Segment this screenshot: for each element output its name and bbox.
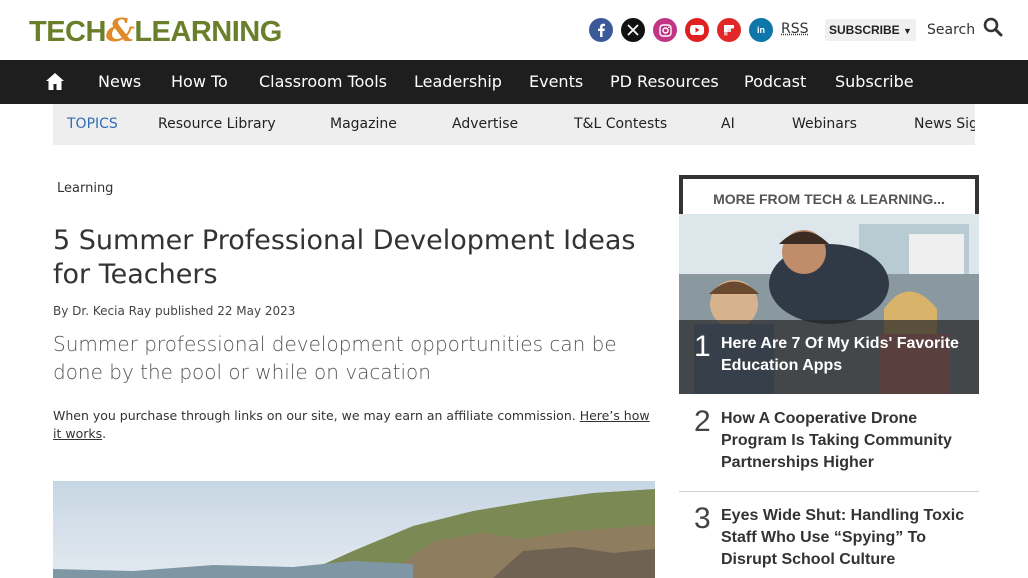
breadcrumb[interactable]: Learning — [57, 181, 113, 196]
topic-magazine[interactable]: Magazine — [330, 104, 397, 145]
nav-item-classroom-tools[interactable]: Classroom Tools — [259, 60, 387, 104]
search-icon — [983, 17, 1003, 44]
flipboard-icon[interactable] — [717, 18, 741, 42]
topic-news-signup[interactable]: News Sig — [914, 104, 975, 145]
article-strapline: Summer professional development opportun… — [53, 332, 617, 384]
nav-item-events[interactable]: Events — [529, 60, 583, 104]
home-icon[interactable] — [45, 72, 65, 92]
sidebar-feature-card[interactable]: 1 Here Are 7 Of My Kids' Favorite Educat… — [679, 214, 979, 394]
affiliate-text: When you purchase through links on our s… — [53, 408, 576, 423]
facebook-icon[interactable] — [589, 18, 613, 42]
page-title: 5 Summer Professional Development Ideas … — [53, 225, 636, 290]
publish-date: 22 May 2023 — [217, 304, 296, 318]
nav-item-pd-resources[interactable]: PD Resources — [610, 60, 719, 104]
site-logo[interactable]: TECH&LEARNING — [29, 11, 282, 49]
nav-item-how-to[interactable]: How To — [171, 60, 228, 104]
sidebar-item-title[interactable]: Eyes Wide Shut: Handling Toxic Staff Who… — [721, 505, 971, 571]
logo-ampersand: & — [105, 11, 135, 49]
site-header: TECH&LEARNING in RSS SUBSCRIBE ▼ Search — [0, 0, 1028, 61]
main-nav: News How To Classroom Tools Leadership E… — [0, 60, 1028, 104]
topic-advertise[interactable]: Advertise — [452, 104, 518, 145]
subscribe-label: SUBSCRIBE — [829, 23, 900, 37]
nav-item-leadership[interactable]: Leadership — [414, 60, 502, 104]
topic-tl-contests[interactable]: T&L Contests — [574, 104, 667, 145]
rank-number: 3 — [694, 502, 711, 535]
x-icon[interactable] — [621, 18, 645, 42]
byline: By Dr. Kecia Ray published 22 May 2023 — [53, 304, 295, 318]
youtube-icon[interactable] — [685, 18, 709, 42]
instagram-icon[interactable] — [653, 18, 677, 42]
search-button[interactable]: Search — [927, 17, 1003, 44]
topic-resource-library[interactable]: Resource Library — [158, 104, 276, 145]
rank-number: 1 — [694, 330, 711, 363]
more-from-title: MORE FROM TECH & LEARNING... — [713, 191, 945, 207]
topics-bar: TOPICS Resource Library Magazine Adverti… — [53, 104, 975, 145]
affiliate-disclaimer: When you purchase through links on our s… — [53, 407, 653, 443]
byline-by: By — [53, 304, 69, 318]
nav-item-subscribe[interactable]: Subscribe — [835, 60, 914, 104]
nav-item-news[interactable]: News — [98, 60, 141, 104]
sidebar-item-title[interactable]: Here Are 7 Of My Kids' Favorite Educatio… — [721, 333, 971, 377]
byline-published: published — [154, 304, 214, 318]
more-from-box: MORE FROM TECH & LEARNING... — [679, 175, 979, 215]
search-label: Search — [927, 22, 976, 38]
sidebar-item-title[interactable]: How A Cooperative Drone Program Is Takin… — [721, 408, 971, 474]
rank-number: 2 — [694, 405, 711, 438]
nav-item-podcast[interactable]: Podcast — [744, 60, 806, 104]
hero-image — [53, 481, 655, 578]
affiliate-end: . — [102, 426, 107, 441]
topics-label: TOPICS — [67, 116, 118, 132]
topic-webinars[interactable]: Webinars — [792, 104, 857, 145]
linkedin-icon[interactable]: in — [749, 18, 773, 42]
subscribe-dropdown[interactable]: SUBSCRIBE ▼ — [825, 19, 916, 41]
topic-ai[interactable]: AI — [721, 104, 735, 145]
sidebar-divider — [679, 491, 979, 492]
logo-text-tech: TECH — [29, 16, 106, 48]
social-links: in — [589, 18, 773, 42]
logo-text-learning: LEARNING — [134, 16, 282, 48]
author-link[interactable]: Dr. Kecia Ray — [72, 304, 151, 318]
caret-down-icon: ▼ — [903, 26, 912, 36]
rss-link[interactable]: RSS — [781, 21, 809, 37]
